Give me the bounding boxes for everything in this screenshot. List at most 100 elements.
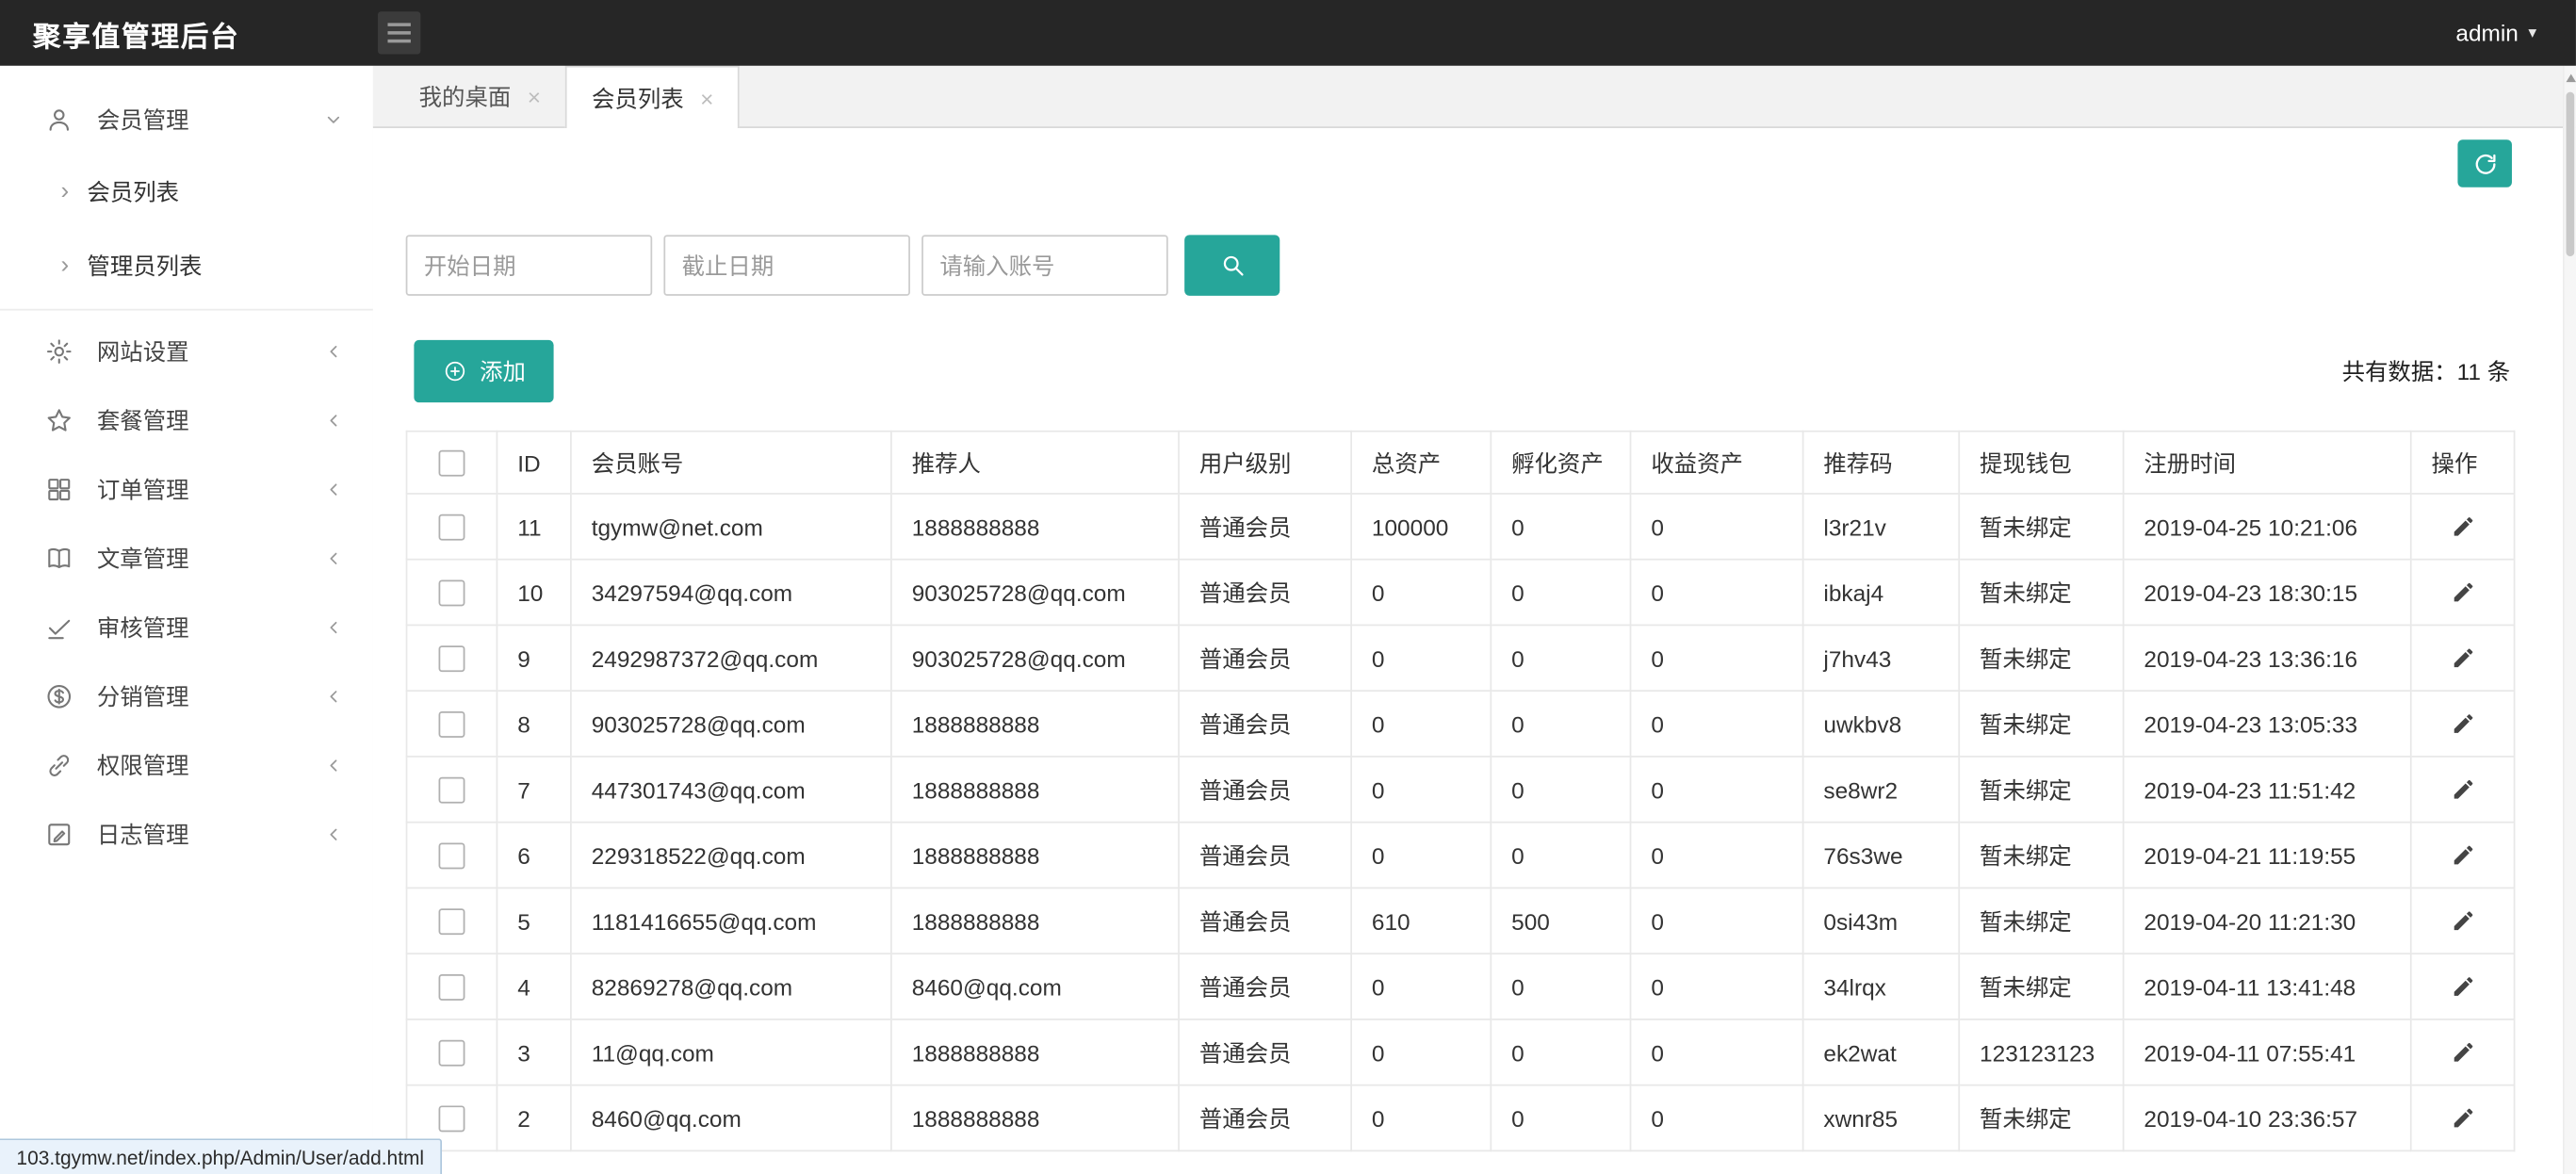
table-row: 4 82869278@qq.com 8460@qq.com 普通会员 0 0 0 34lrqx… <box>405 953 2516 1020</box>
hamburger-icon <box>387 23 411 26</box>
column-header: 推荐码 <box>1802 430 1961 495</box>
table-cell: 普通会员 <box>1178 690 1352 758</box>
sidebar-item-order[interactable]: 订单管理 <box>0 455 373 524</box>
table-cell: 0 <box>1629 821 1804 889</box>
tab-desktop[interactable]: 我的桌面 × <box>394 66 565 127</box>
table-cell: 0 <box>1629 493 1804 561</box>
sidebar-item-member[interactable]: 会员管理 <box>0 86 373 155</box>
sidebar-subitem-member-list[interactable]: › 会员列表 <box>0 155 373 228</box>
add-button[interactable]: 添加 <box>414 339 554 403</box>
table-cell: 3 <box>496 1019 572 1086</box>
sidebar-submenu: › 会员列表 › 管理员列表 <box>0 155 373 311</box>
table-cell: 普通会员 <box>1178 493 1352 561</box>
column-header: 收益资产 <box>1629 430 1804 495</box>
vertical-scrollbar[interactable] <box>2563 65 2576 1174</box>
start-date-input[interactable] <box>405 235 653 296</box>
search-button[interactable] <box>1184 235 1280 296</box>
row-checkbox[interactable] <box>438 1039 465 1067</box>
sidebar-item-distribution[interactable]: 分销管理 <box>0 662 373 731</box>
sidebar-item-log[interactable]: 日志管理 <box>0 800 373 869</box>
select-all-checkbox[interactable] <box>438 449 465 477</box>
edit-pencil-icon[interactable] <box>2446 905 2479 938</box>
table-cell: 100000 <box>1350 493 1492 561</box>
refresh-icon <box>2471 151 2498 177</box>
table-cell: 0 <box>1629 953 1804 1020</box>
tab-close-icon[interactable]: × <box>528 83 541 109</box>
sidebar-item-package[interactable]: 套餐管理 <box>0 386 373 455</box>
table-cell: 1888888888 <box>890 493 1180 561</box>
table-cell: 1888888888 <box>890 887 1180 955</box>
grid-icon <box>42 473 75 506</box>
table-cell: 暂未绑定 <box>1958 887 2125 955</box>
table-cell: 暂未绑定 <box>1958 953 2125 1020</box>
search-toolbar <box>405 235 1280 296</box>
table-cell: 2019-04-21 11:19:55 <box>2122 821 2412 889</box>
table-cell: l3r21v <box>1802 493 1961 561</box>
row-checkbox[interactable] <box>438 579 465 607</box>
scroll-up-arrow-icon[interactable] <box>2566 73 2576 83</box>
edit-pencil-icon[interactable] <box>2446 1101 2479 1134</box>
edit-pencil-icon[interactable] <box>2446 576 2479 609</box>
user-menu[interactable]: admin ▾ <box>2455 0 2536 66</box>
edit-pencil-icon[interactable] <box>2446 1035 2479 1068</box>
edit-pencil-icon[interactable] <box>2446 510 2479 543</box>
table-cell: 0 <box>1490 821 1632 889</box>
scrollbar-thumb[interactable] <box>2566 91 2575 257</box>
plus-circle-icon <box>442 358 468 384</box>
edit-pencil-icon[interactable] <box>2446 839 2479 872</box>
row-checkbox[interactable] <box>438 776 465 804</box>
sidebar-item-permission[interactable]: 权限管理 <box>0 731 373 800</box>
chevron-right-icon: › <box>60 177 70 205</box>
table-row: 7 447301743@qq.com 1888888888 普通会员 0 0 0 se8wr2… <box>405 756 2516 823</box>
row-checkbox[interactable] <box>438 1105 465 1133</box>
end-date-input[interactable] <box>663 235 910 296</box>
sidebar-subitem-label: 会员列表 <box>87 178 180 205</box>
table-cell: 暂未绑定 <box>1958 493 2125 561</box>
table-cell: 82869278@qq.com <box>570 953 892 1020</box>
table-cell: 2019-04-23 18:30:15 <box>2122 558 2412 627</box>
account-input[interactable] <box>921 235 1168 296</box>
table-cell: 暂未绑定 <box>1958 821 2125 889</box>
row-checkbox[interactable] <box>438 711 465 739</box>
gear-icon <box>42 335 75 368</box>
table-cell: 普通会员 <box>1178 756 1352 823</box>
table-row: 11 tgymw@net.com 1888888888 普通会员 100000 0 0 l3r… <box>405 493 2516 561</box>
table-cell: 0 <box>1350 558 1492 627</box>
row-checkbox[interactable] <box>438 974 465 1002</box>
column-header: 用户级别 <box>1178 430 1352 495</box>
table-cell: tgymw@net.com <box>570 493 892 561</box>
edit-pencil-icon[interactable] <box>2446 708 2479 741</box>
row-checkbox[interactable] <box>438 645 465 673</box>
column-header: 提现钱包 <box>1958 430 2125 495</box>
sidebar-item-site[interactable]: 网站设置 <box>0 318 373 386</box>
table-cell: 5 <box>496 887 572 955</box>
edit-pencil-icon[interactable] <box>2446 642 2479 675</box>
row-checkbox[interactable] <box>438 842 465 870</box>
row-checkbox[interactable] <box>438 514 465 541</box>
sidebar-toggle-button[interactable] <box>378 11 421 55</box>
table-cell: 1888888888 <box>890 1019 1180 1086</box>
tab-label: 会员列表 <box>592 84 684 111</box>
sidebar-item-label: 文章管理 <box>96 545 189 572</box>
table-cell: 0 <box>1629 558 1804 627</box>
content-panel: 添加 共有数据：11 条 ID会员账号推荐人用户级别总资产孵化资产收益资产推荐码… <box>372 128 2576 1174</box>
table-cell: ek2wat <box>1802 1019 1961 1086</box>
edit-pencil-icon[interactable] <box>2446 773 2479 806</box>
table-cell: 普通会员 <box>1178 953 1352 1020</box>
table-cell: 1181416655@qq.com <box>570 887 892 955</box>
tab-bar: 我的桌面 × 会员列表 × <box>372 65 2576 129</box>
refresh-button[interactable] <box>2457 139 2512 188</box>
link-icon <box>42 749 75 782</box>
column-header: 推荐人 <box>890 430 1180 495</box>
status-link-preview: 103.tgymw.net/index.php/Admin/User/add.h… <box>0 1138 443 1174</box>
tab-close-icon[interactable]: × <box>700 85 713 111</box>
table-cell: 2019-04-11 07:55:41 <box>2122 1019 2412 1086</box>
chevron-left-icon <box>323 618 343 638</box>
sidebar-item-article[interactable]: 文章管理 <box>0 524 373 593</box>
row-checkbox[interactable] <box>438 908 465 936</box>
tab-member-list[interactable]: 会员列表 × <box>565 65 741 129</box>
edit-pencil-icon[interactable] <box>2446 970 2479 1003</box>
sidebar-subitem-admin-list[interactable]: › 管理员列表 <box>0 228 373 302</box>
sidebar-item-audit[interactable]: 审核管理 <box>0 593 373 661</box>
table-row: 10 34297594@qq.com 903025728@qq.com 普通会员 0 0 0… <box>405 558 2516 627</box>
